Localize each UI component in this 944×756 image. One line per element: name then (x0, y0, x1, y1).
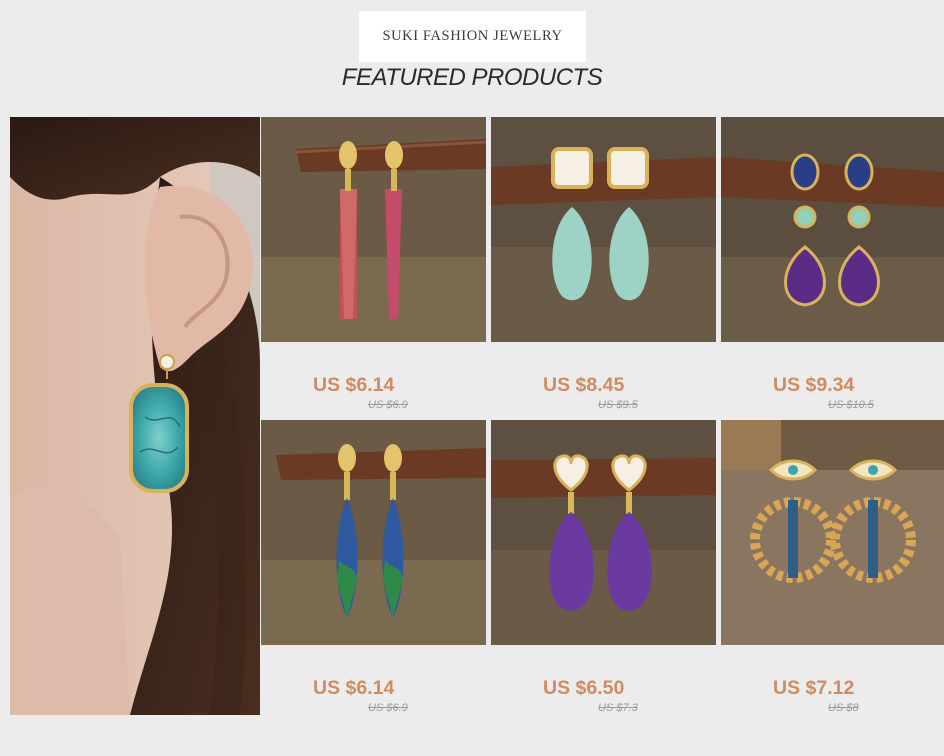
product-image-3[interactable] (721, 117, 944, 342)
price-original: US $6.9 (368, 702, 408, 714)
product-image-5[interactable] (491, 420, 716, 645)
price-current: US $8.45 (543, 374, 625, 396)
store-logo[interactable]: SUKI FASHION JEWELRY (359, 11, 586, 62)
product-image-2[interactable] (491, 117, 716, 342)
price-current: US $6.14 (313, 677, 395, 699)
store-logo-text: SUKI FASHION JEWELRY (382, 28, 563, 44)
section-title: FEATURED PRODUCTS (341, 64, 603, 91)
price-original: US $9.5 (598, 399, 638, 411)
hero-model-image[interactable] (10, 117, 260, 715)
price-original: US $6.9 (368, 399, 408, 411)
product-image-1[interactable] (261, 117, 486, 342)
product-image-6[interactable] (721, 420, 944, 645)
price-original: US $7.3 (598, 702, 638, 714)
price-original: US $10.5 (828, 399, 874, 411)
price-current: US $6.50 (543, 677, 625, 699)
price-original: US $8 (828, 702, 859, 714)
price-current: US $9.34 (773, 374, 855, 396)
price-current: US $7.12 (773, 677, 855, 699)
price-current: US $6.14 (313, 374, 395, 396)
product-image-4[interactable] (261, 420, 486, 645)
